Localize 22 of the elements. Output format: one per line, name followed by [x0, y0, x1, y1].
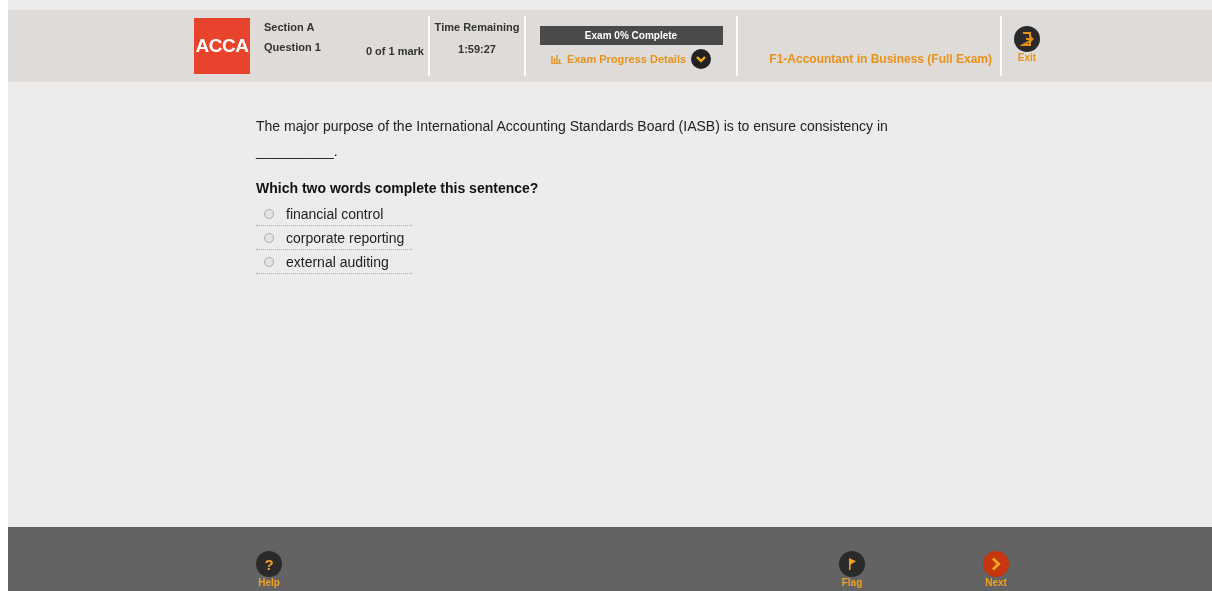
help-icon: ?	[256, 551, 282, 577]
time-remaining: 1:59:27	[458, 43, 496, 55]
exit-icon	[1014, 26, 1040, 52]
question-prompt: Which two words complete this sentence?	[256, 180, 540, 196]
next-icon	[983, 551, 1009, 577]
marks-text: 0 of 1 mark	[364, 45, 424, 57]
question-number: Question 1	[264, 41, 321, 55]
help-button[interactable]: ? Help	[249, 551, 289, 588]
question-text: The major purpose of the International Accounting Standards Board (IASB) is to ensure consistency in __________.	[256, 117, 889, 161]
bar-chart-icon	[550, 54, 562, 64]
radio-button[interactable]	[264, 208, 274, 219]
answer-option[interactable]: corporate reporting	[256, 226, 412, 250]
answer-option[interactable]: financial control	[256, 202, 412, 226]
radio-button[interactable]	[264, 232, 274, 243]
chevron-down-icon	[691, 49, 712, 69]
flag-icon	[839, 551, 865, 577]
time-label: Time Remaining	[434, 21, 520, 33]
radio-button[interactable]	[264, 256, 274, 267]
section-label: Section A	[264, 21, 316, 33]
exam-title: F1-Accountant in Business (Full Exam)	[768, 51, 993, 68]
acca-logo: ACCA	[194, 18, 250, 74]
answer-option[interactable]: external auditing	[256, 250, 412, 274]
